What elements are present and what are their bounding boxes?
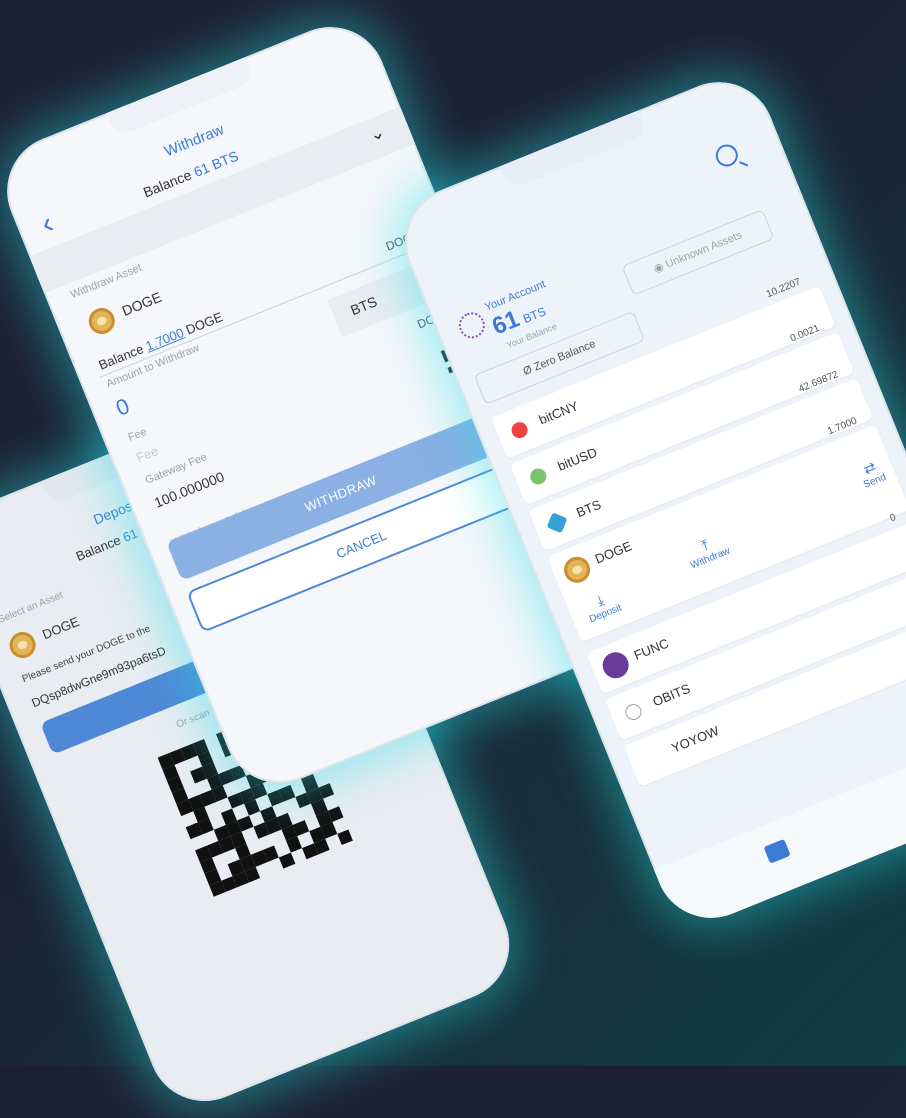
phone-notch: [499, 110, 649, 191]
bitcny-icon: [509, 419, 531, 441]
fee-input[interactable]: Fee: [134, 443, 160, 465]
obits-icon: [623, 701, 644, 723]
account-avatar-icon: [454, 308, 489, 343]
withdraw-asset-select[interactable]: DOGE: [84, 285, 166, 338]
phone-notch: [106, 57, 256, 138]
deposit-action[interactable]: ⤓ Deposit: [581, 587, 624, 625]
wallet-tab-icon[interactable]: [763, 838, 791, 864]
chevron-down-icon: ⌄: [366, 121, 388, 146]
send-action[interactable]: ⇄ Send: [856, 456, 888, 491]
doge-icon: [84, 304, 119, 338]
search-icon[interactable]: [712, 141, 749, 170]
withdraw-action[interactable]: ⤒ Withdraw: [683, 530, 732, 571]
unknown-assets-button[interactable]: ◉ Unknown Assets: [621, 209, 775, 296]
doge-icon: [560, 552, 595, 587]
func-icon: [598, 648, 633, 683]
bts-icon: [546, 512, 568, 534]
eye-off-icon: ◉: [652, 260, 666, 276]
back-icon[interactable]: ‹: [37, 207, 59, 241]
bitusd-icon: [527, 466, 549, 487]
empty-set-icon: Ø: [521, 363, 534, 378]
fee-label: Fee: [126, 425, 149, 445]
doge-icon: [5, 628, 40, 662]
